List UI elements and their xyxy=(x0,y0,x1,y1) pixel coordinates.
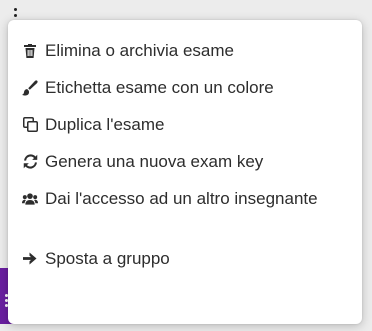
arrow-right-icon xyxy=(22,246,38,271)
users-icon xyxy=(22,186,38,211)
menu-item-label: Elimina o archivia esame xyxy=(45,41,234,60)
menu-item-label: Genera una nuova exam key xyxy=(45,152,264,171)
page: Elimina o archivia esame Etichetta esame… xyxy=(0,0,372,331)
menu-item-duplicate[interactable]: Duplica l'esame xyxy=(8,112,362,149)
kebab-dot xyxy=(13,14,17,17)
paint-brush-icon xyxy=(22,75,38,100)
menu-item-label: Etichetta esame con un colore xyxy=(45,78,274,97)
menu-item-give-access[interactable]: Dai l'accesso ad un altro insegnante xyxy=(8,186,362,246)
copy-icon xyxy=(22,112,38,137)
menu-item-color-label[interactable]: Etichetta esame con un colore xyxy=(8,75,362,112)
context-menu: Elimina o archivia esame Etichetta esame… xyxy=(8,20,362,324)
kebab-dot xyxy=(13,8,17,11)
trash-icon xyxy=(22,38,38,63)
menu-item-move-to-group[interactable]: Sposta a gruppo xyxy=(8,246,362,283)
menu-item-label: Duplica l'esame xyxy=(45,115,165,134)
menu-item-label: Sposta a gruppo xyxy=(45,249,170,268)
menu-item-delete-or-archive[interactable]: Elimina o archivia esame xyxy=(8,38,362,75)
menu-item-generate-exam-key[interactable]: Genera una nuova exam key xyxy=(8,149,362,186)
menu-item-label: Dai l'accesso ad un altro insegnante xyxy=(45,189,318,208)
refresh-icon xyxy=(22,149,38,174)
